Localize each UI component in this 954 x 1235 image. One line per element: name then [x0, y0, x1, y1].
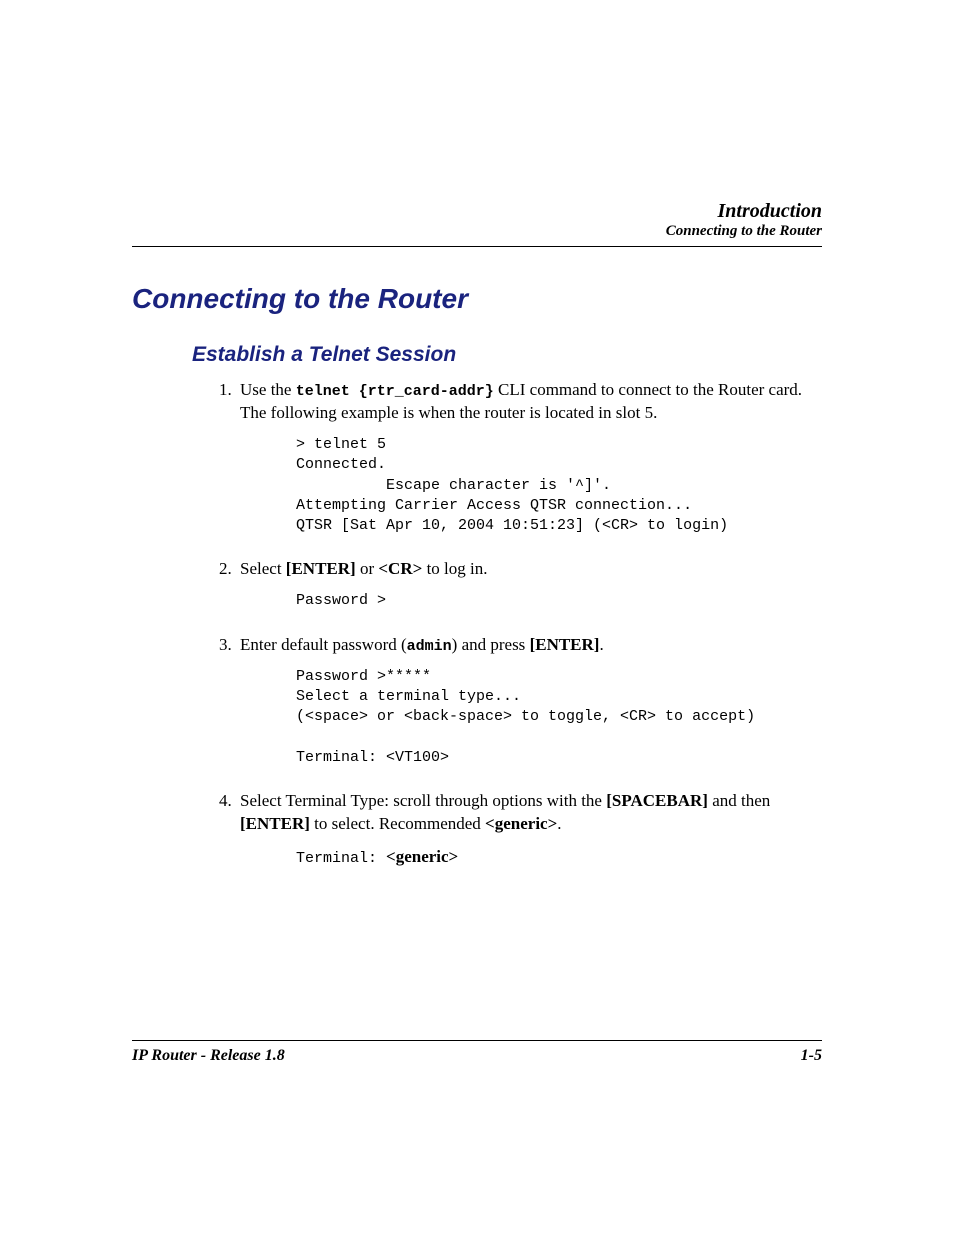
step-2-text-a: Select	[240, 559, 286, 578]
step-1-text-a: Use the	[240, 380, 296, 399]
step-3-terminal: Password >***** Select a terminal type..…	[296, 667, 822, 768]
footer-page-number: 1-5	[801, 1047, 822, 1065]
steps-list: Use the telnet {rtr_card-addr} CLI comma…	[210, 379, 822, 869]
running-header: Introduction Connecting to the Router	[132, 200, 822, 240]
step-4-terminal: Terminal: <generic>	[296, 846, 822, 869]
spacebar-key: [SPACEBAR]	[606, 791, 708, 810]
cr-key: <CR>	[378, 559, 422, 578]
page-title: Connecting to the Router	[132, 283, 822, 315]
step-4-text-c: to select. Recommended	[310, 814, 485, 833]
step-3-text-a: Enter default password (	[240, 635, 407, 654]
header-section: Connecting to the Router	[132, 223, 822, 240]
footer-rule	[132, 1040, 822, 1041]
enter-key: [ENTER]	[286, 559, 356, 578]
enter-key: [ENTER]	[530, 635, 600, 654]
step-4-text-d: .	[557, 814, 561, 833]
enter-key: [ENTER]	[240, 814, 310, 833]
step-4-text-a: Select Terminal Type: scroll through opt…	[240, 791, 606, 810]
step-2-text-c: to log in.	[422, 559, 487, 578]
footer-left: IP Router - Release 1.8	[132, 1047, 285, 1065]
recommended-terminal: <generic>	[485, 814, 557, 833]
page-subtitle: Establish a Telnet Session	[192, 343, 822, 367]
step-4: Select Terminal Type: scroll through opt…	[236, 790, 822, 869]
step-1: Use the telnet {rtr_card-addr} CLI comma…	[236, 379, 822, 536]
header-chapter: Introduction	[132, 200, 822, 223]
step-2: Select [ENTER] or <CR> to log in. Passwo…	[236, 558, 822, 611]
step-3-text-c: .	[599, 635, 603, 654]
step-2-terminal: Password >	[296, 591, 822, 611]
step-3-text-b: ) and press	[452, 635, 530, 654]
page-footer: IP Router - Release 1.8 1-5	[132, 1040, 822, 1065]
step-1-command: telnet {rtr_card-addr}	[296, 383, 494, 400]
page: Introduction Connecting to the Router Co…	[0, 0, 954, 1235]
footer-line: IP Router - Release 1.8 1-5	[132, 1047, 822, 1065]
step-4-text-b: and then	[708, 791, 770, 810]
step-1-terminal: > telnet 5 Connected. Escape character i…	[296, 435, 822, 536]
step-2-text-b: or	[356, 559, 379, 578]
step-3: Enter default password (admin) and press…	[236, 634, 822, 769]
default-password: admin	[407, 638, 452, 655]
header-rule	[132, 246, 822, 247]
